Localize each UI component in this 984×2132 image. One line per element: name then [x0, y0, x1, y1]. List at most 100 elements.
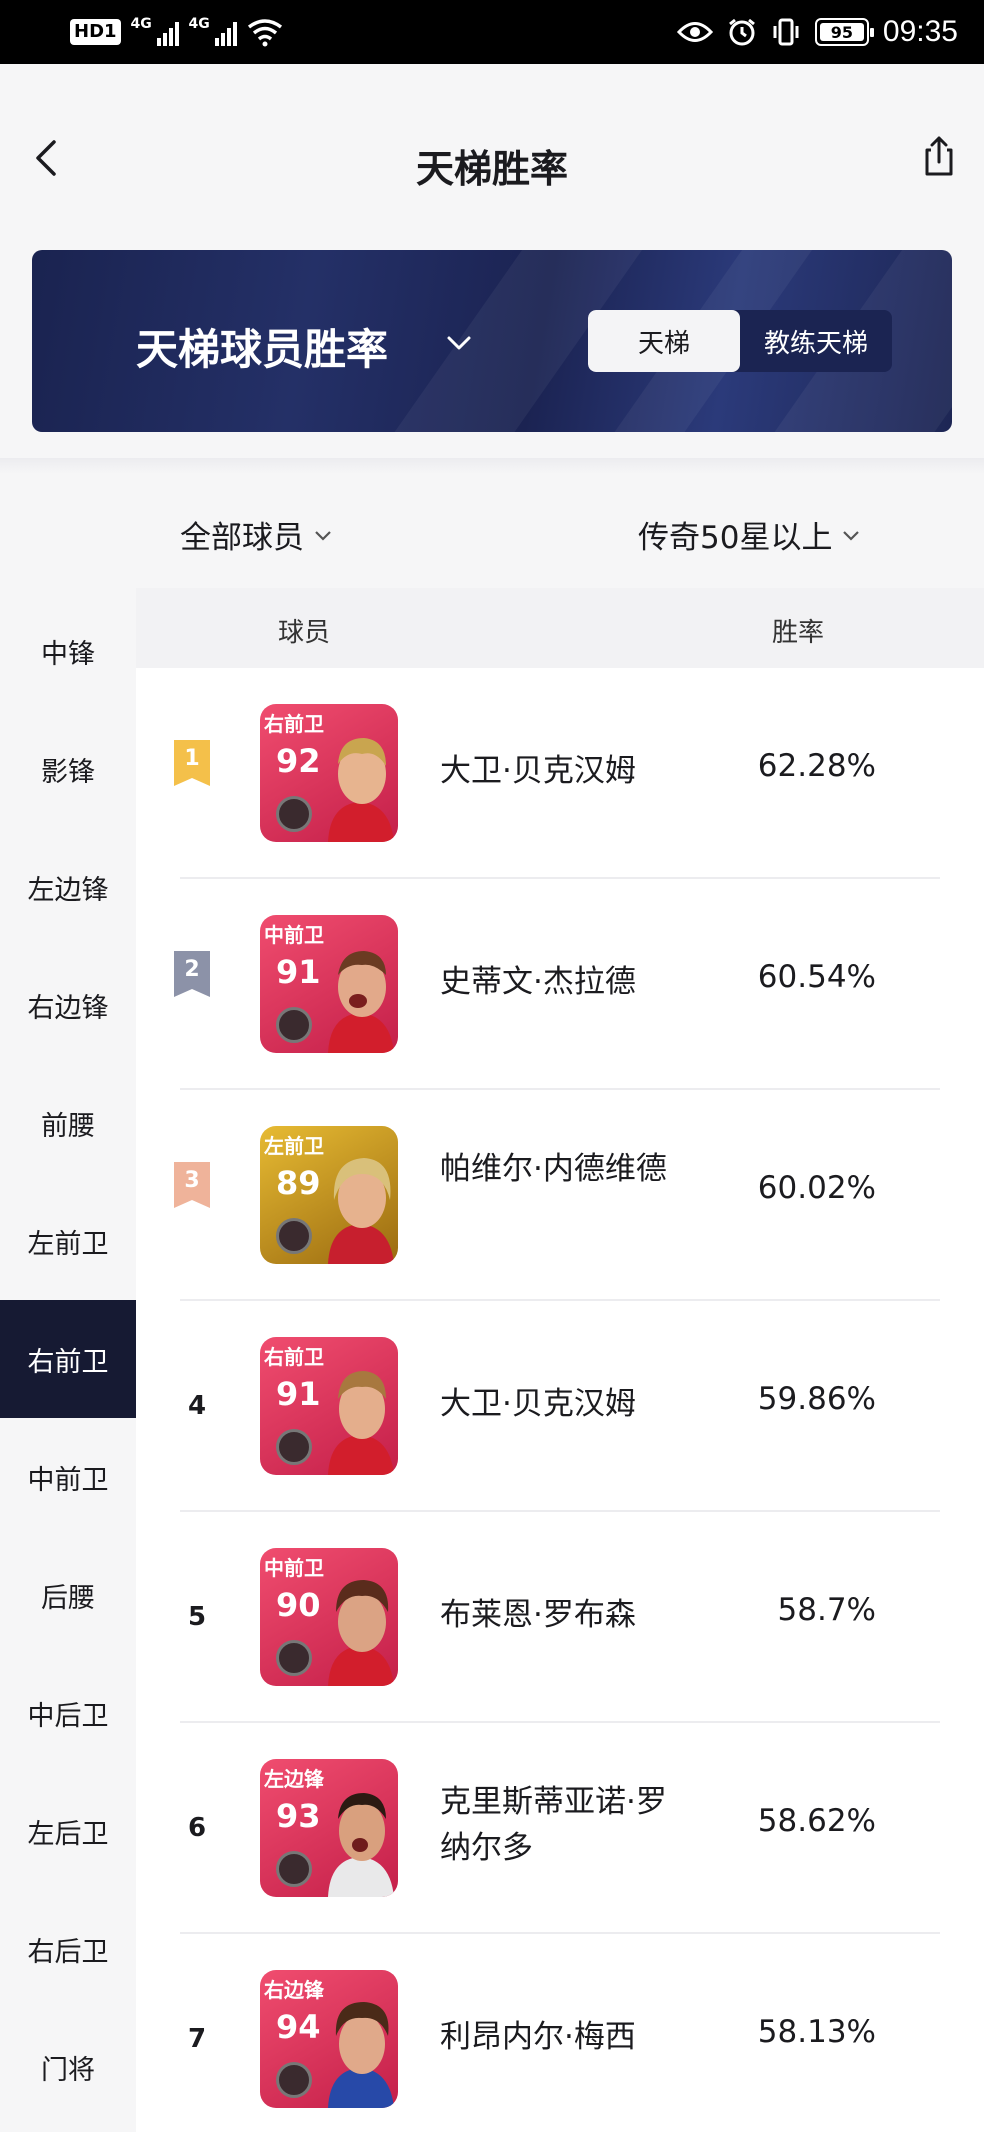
hd-label: HD: [74, 21, 105, 42]
player-portrait-icon: [328, 738, 394, 842]
tier-filter-label: 传奇50星以上: [638, 520, 833, 556]
card-rating: 90: [276, 1586, 321, 1624]
tier-filter-dropdown[interactable]: 传奇50星以上: [638, 512, 862, 557]
table-row[interactable]: 6 左边锋 93 克里斯蒂亚诺·罗纳尔多 58.62%: [136, 1723, 984, 1934]
card-position: 中前卫: [264, 923, 324, 947]
battery-icon: 95: [814, 18, 874, 46]
card-badge-icon: [276, 2062, 312, 2098]
player-card: 左前卫 89: [260, 1126, 398, 1264]
player-card: 中前卫 90: [260, 1548, 398, 1686]
hd-indicator: HD1: [70, 19, 121, 45]
rank-label: 1: [184, 746, 200, 771]
share-button[interactable]: [914, 132, 964, 182]
player-portrait-icon: [328, 1580, 394, 1686]
table-row[interactable]: 7 右边锋 94 利昂内尔·梅西 58.13%: [136, 1934, 984, 2132]
win-rate: 62.28%: [757, 748, 876, 784]
player-card: 右前卫 92: [260, 704, 398, 842]
sidebar-item-lmf[interactable]: 左前卫: [0, 1182, 136, 1300]
win-rate: 58.7%: [777, 1592, 876, 1628]
chevron-down-icon: [315, 530, 331, 541]
alarm-icon: [728, 18, 755, 46]
table-header: 球员 胜率: [136, 588, 984, 668]
win-rate: 60.02%: [757, 1170, 876, 1206]
sidebar-item-cf[interactable]: 中锋: [0, 592, 136, 710]
sim-label: 1: [104, 21, 117, 42]
mode-toggle: 天梯 教练天梯: [588, 310, 892, 372]
chevron-down-icon[interactable]: [444, 328, 474, 358]
sidebar-item-gk[interactable]: 门将: [0, 2008, 136, 2126]
table-row[interactable]: 5 中前卫 90 布莱恩·罗布森 58.7%: [136, 1512, 984, 1723]
card-badge-icon: [276, 1640, 312, 1676]
winrate-table: 球员 胜率 1 右前卫 92 大卫·贝克汉姆 62.28% 2 中前卫 91 史…: [136, 588, 984, 2132]
table-row[interactable]: 3 左前卫 89 帕维尔·内德维德 60.02%: [136, 1090, 984, 1301]
card-rating: 89: [276, 1164, 321, 1202]
table-row[interactable]: 1 右前卫 92 大卫·贝克汉姆 62.28%: [136, 668, 984, 879]
player-card: 左边锋 93: [260, 1759, 398, 1897]
sidebar-item-rwf[interactable]: 右边锋: [0, 946, 136, 1064]
page-title: 天梯胜率: [415, 147, 568, 191]
sidebar-item-lb[interactable]: 左后卫: [0, 1772, 136, 1890]
rank-label: 3: [184, 1168, 200, 1193]
rank-label: 4: [187, 1391, 207, 1421]
player-filter-dropdown[interactable]: 全部球员: [180, 512, 334, 557]
sidebar-item-ss[interactable]: 影锋: [0, 710, 136, 828]
player-filter-label: 全部球员: [180, 520, 304, 556]
player-name: 克里斯蒂亚诺·罗纳尔多: [440, 1784, 667, 1866]
player-portrait-icon: [328, 1371, 394, 1475]
player-card: 右边锋 94: [260, 1970, 398, 2108]
sidebar-item-cb[interactable]: 中后卫: [0, 1654, 136, 1772]
player-name: 布莱恩·罗布森: [440, 1597, 636, 1633]
win-rate: 58.62%: [757, 1803, 876, 1839]
player-portrait-icon: [328, 2002, 394, 2108]
tab-ladder[interactable]: 天梯: [588, 310, 740, 372]
card-position: 左前卫: [264, 1134, 324, 1158]
rank-label: 2: [184, 957, 200, 982]
rank-gold-ribbon-icon: 1: [174, 740, 210, 786]
sidebar-item-cmf[interactable]: 中前卫: [0, 1418, 136, 1536]
table-row[interactable]: 4 右前卫 91 大卫·贝克汉姆 59.86%: [136, 1301, 984, 1512]
win-rate: 58.13%: [757, 2014, 876, 2050]
player-name: 利昂内尔·梅西: [440, 2019, 636, 2055]
stats-banner: 天梯球员胜率 天梯 教练天梯: [32, 250, 952, 432]
sidebar-item-rmf[interactable]: 右前卫: [0, 1300, 136, 1418]
rank-silver-ribbon-icon: 2: [174, 951, 210, 997]
card-rating: 91: [276, 953, 321, 991]
player-name: 大卫·贝克汉姆: [440, 1386, 636, 1422]
banner-title[interactable]: 天梯球员胜率: [136, 316, 388, 377]
rank-bronze-ribbon-icon: 3: [174, 1162, 210, 1208]
app-header: 天梯胜率: [0, 64, 984, 254]
win-rate: 59.86%: [757, 1381, 876, 1417]
player-card: 中前卫 91: [260, 915, 398, 1053]
player-name: 大卫·贝克汉姆: [440, 753, 636, 789]
chevron-down-icon: [843, 530, 860, 541]
player-portrait-icon: [328, 951, 394, 1053]
position-sidebar: 中锋 影锋 左边锋 右边锋 前腰 左前卫 右前卫 中前卫 后腰 中后卫 左后卫 …: [0, 592, 136, 2132]
card-position: 右边锋: [264, 1978, 324, 2002]
signal-icon-2: 4G: [189, 16, 237, 46]
sidebar-item-lwf[interactable]: 左边锋: [0, 828, 136, 946]
tab-coach-ladder[interactable]: 教练天梯: [740, 310, 892, 372]
col-player-header: 球员: [278, 618, 331, 648]
player-portrait-icon: [328, 1793, 394, 1897]
clock: 09:35: [882, 15, 958, 48]
player-name: 史蒂文·杰拉德: [440, 964, 636, 1000]
card-badge-icon: [276, 1429, 312, 1465]
sidebar-item-rb[interactable]: 右后卫: [0, 1890, 136, 2008]
section-divider: [0, 458, 984, 474]
card-badge-icon: [276, 1007, 312, 1043]
signal-icon: 4G: [131, 16, 179, 46]
player-portrait-icon: [328, 1158, 394, 1264]
card-position: 右前卫: [264, 1345, 324, 1369]
col-rate-header: 胜率: [772, 618, 825, 648]
card-rating: 93: [276, 1797, 321, 1835]
sidebar-item-amf[interactable]: 前腰: [0, 1064, 136, 1182]
rank-label: 7: [187, 2024, 207, 2054]
sidebar-item-dmf[interactable]: 后腰: [0, 1536, 136, 1654]
card-badge-icon: [276, 1218, 312, 1254]
table-row[interactable]: 2 中前卫 91 史蒂文·杰拉德 60.54%: [136, 879, 984, 1090]
player-card: 右前卫 91: [260, 1337, 398, 1475]
card-position: 右前卫: [264, 712, 324, 736]
rank-label: 6: [187, 1813, 207, 1843]
card-position: 中前卫: [264, 1556, 324, 1580]
card-position: 左边锋: [264, 1767, 324, 1791]
